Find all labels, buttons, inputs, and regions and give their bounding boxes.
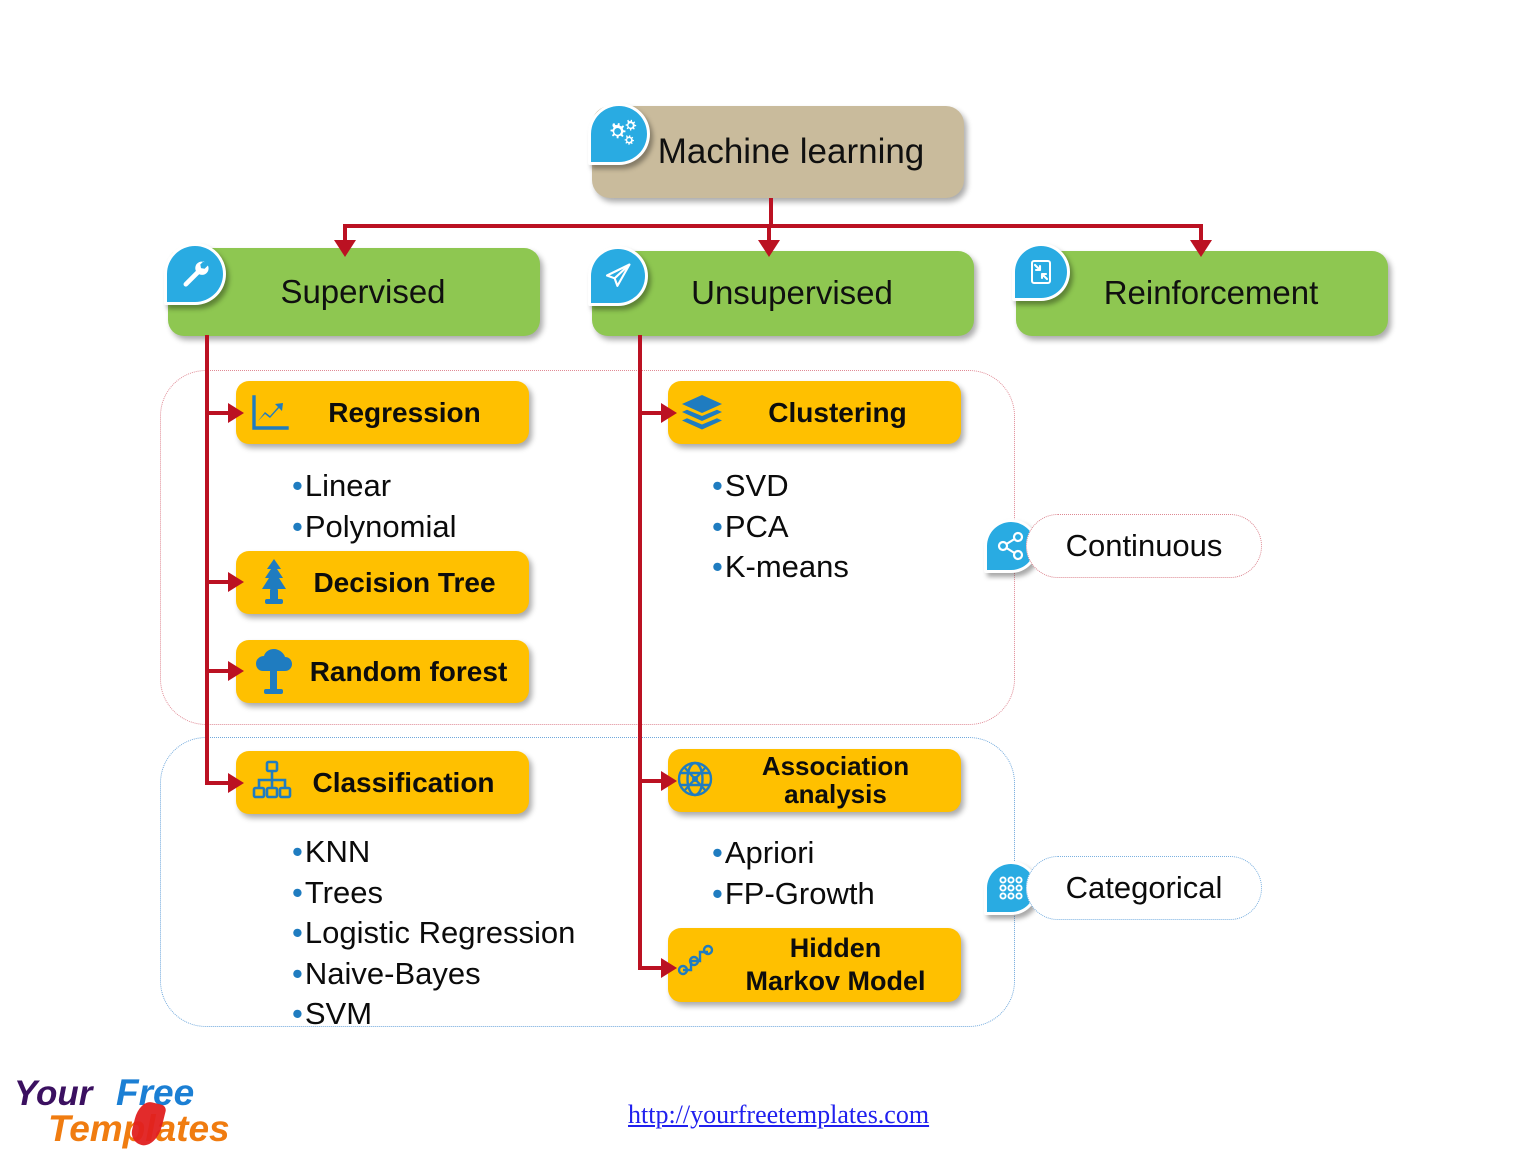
paper-plane-icon xyxy=(588,246,648,306)
node-machine-learning-label: Machine learning xyxy=(657,131,925,171)
list-item-label: FP-Growth xyxy=(724,875,875,911)
list-item-label: Linear xyxy=(304,468,392,503)
node-decision-tree-label: Decision Tree xyxy=(313,566,496,598)
list-item-label: SVD xyxy=(724,468,789,503)
classification-bullets: • KNN • Trees • Logistic Regression • Naive-… xyxy=(292,832,575,1035)
connector-to-classification xyxy=(205,781,230,785)
node-hidden-markov-model-label: Hidden Markov Model xyxy=(745,933,926,996)
list-item: • Linear xyxy=(292,466,456,507)
list-item-label: Logistic Regression xyxy=(304,915,576,951)
connector-to-regression xyxy=(205,411,230,415)
bullet-dot: • xyxy=(292,834,303,869)
callout-categorical[interactable]: Categorical xyxy=(1026,856,1262,920)
bullet-dot: • xyxy=(712,468,723,503)
list-item-label: SVM xyxy=(304,996,373,1032)
bullet-dot: • xyxy=(292,508,303,544)
bullet-dot: • xyxy=(292,468,303,503)
list-item: • KNN xyxy=(292,832,575,873)
layers-icon xyxy=(679,392,725,439)
list-item: • Trees xyxy=(292,873,575,914)
node-machine-learning[interactable]: Machine learning xyxy=(592,106,964,198)
compress-icon xyxy=(1012,243,1070,301)
arrow-random-forest xyxy=(228,661,244,681)
callout-continuous[interactable]: Continuous xyxy=(1026,514,1262,578)
arrow-clustering xyxy=(661,403,677,423)
node-regression-label: Regression xyxy=(328,396,481,428)
arrow-unsupervised xyxy=(758,240,780,257)
list-item: • SVD xyxy=(712,466,849,507)
node-unsupervised[interactable]: Unsupervised xyxy=(592,251,974,336)
list-item: • K-means xyxy=(712,547,849,588)
connector-root-stem xyxy=(769,198,773,226)
footer-url-link[interactable]: http://yourfreetemplates.com xyxy=(628,1100,929,1130)
pine-tree-icon xyxy=(252,556,296,613)
list-item-label: Apriori xyxy=(724,835,815,870)
line-chart-icon xyxy=(247,390,293,441)
bullet-dot: • xyxy=(292,915,303,951)
globe-network-icon xyxy=(674,756,718,807)
connector-to-hmm xyxy=(638,966,663,970)
hierarchy-icon xyxy=(250,758,294,809)
arrow-supervised xyxy=(334,240,356,257)
connector-to-random-forest xyxy=(205,669,230,673)
list-item: • Naive-Bayes xyxy=(292,954,575,995)
arrow-decision-tree xyxy=(228,572,244,592)
arrow-association xyxy=(661,771,677,791)
association-bullets: • Apriori • FP-Growth xyxy=(712,833,875,914)
bullet-dot: • xyxy=(712,835,723,870)
node-path-icon xyxy=(675,935,723,986)
gears-icon xyxy=(588,103,650,165)
bullet-dot: • xyxy=(712,508,723,544)
list-item: • FP-Growth xyxy=(712,874,875,915)
connector-to-association xyxy=(638,779,663,783)
list-item-label: KNN xyxy=(304,834,371,869)
arrow-regression xyxy=(228,403,244,423)
diagram-canvas: Machine learning Supervised Unsupervised xyxy=(0,0,1535,1151)
logo-yourfreetemplates[interactable]: Your Free Templates xyxy=(8,1072,243,1149)
list-item-label: PCA xyxy=(724,508,789,544)
list-item-label: Naive-Bayes xyxy=(304,955,481,991)
list-item: • SVM xyxy=(292,994,575,1035)
bullet-dot: • xyxy=(712,549,723,585)
bullet-dot: • xyxy=(292,874,303,910)
callout-continuous-label: Continuous xyxy=(1065,528,1223,563)
arrow-hmm xyxy=(661,958,677,978)
list-item: • Logistic Regression xyxy=(292,913,575,954)
wrench-icon xyxy=(164,243,226,305)
regression-bullets: • Linear • Polynomial xyxy=(292,466,456,547)
node-supervised[interactable]: Supervised xyxy=(168,248,540,336)
bullet-dot: • xyxy=(712,875,723,911)
list-item-label: K-means xyxy=(724,549,849,585)
bullet-dot: • xyxy=(292,955,303,991)
tree-icon xyxy=(248,645,300,704)
node-supervised-label: Supervised xyxy=(280,272,446,310)
connector-to-clustering xyxy=(638,411,663,415)
node-classification-label: Classification xyxy=(312,766,495,798)
node-reinforcement-label: Reinforcement xyxy=(1103,274,1319,312)
list-item: • PCA xyxy=(712,507,849,548)
connector-horizontal-bus xyxy=(345,224,1203,228)
arrow-classification xyxy=(228,773,244,793)
list-item-label: Trees xyxy=(304,874,383,910)
connector-unsupervised-spine xyxy=(638,335,642,970)
connector-to-decision-tree xyxy=(205,580,230,584)
callout-categorical-label: Categorical xyxy=(1065,870,1223,905)
arrow-reinforcement xyxy=(1190,240,1212,257)
connector-supervised-spine xyxy=(205,335,209,785)
node-clustering-label: Clustering xyxy=(768,396,907,428)
node-unsupervised-label: Unsupervised xyxy=(691,274,893,312)
list-item-label: Polynomial xyxy=(304,508,457,544)
list-item: • Apriori xyxy=(712,833,875,874)
clustering-bullets: • SVD • PCA • K-means xyxy=(712,466,849,588)
list-item: • Polynomial xyxy=(292,507,456,548)
bullet-dot: • xyxy=(292,996,303,1032)
node-reinforcement[interactable]: Reinforcement xyxy=(1016,251,1388,336)
